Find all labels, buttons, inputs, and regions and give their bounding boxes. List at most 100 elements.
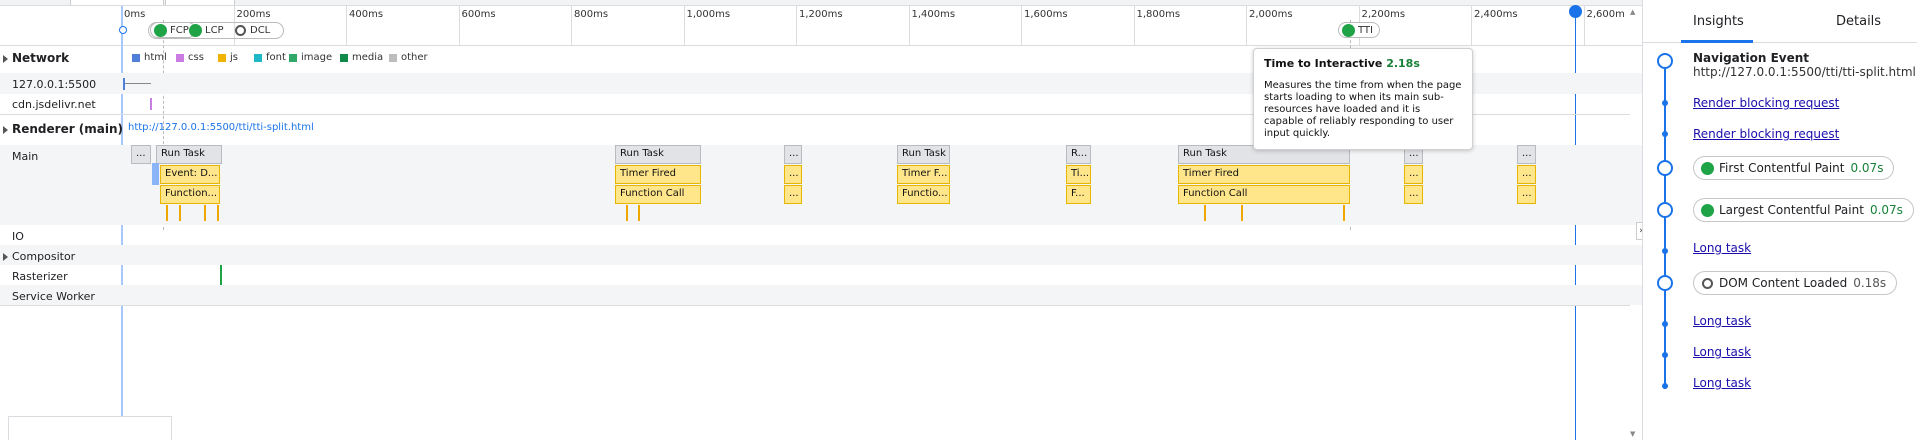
task-block[interactable]: Run Task	[897, 145, 950, 164]
legend-swatch	[132, 53, 140, 62]
sub-task-spike[interactable]	[638, 205, 640, 221]
ruler-tick	[908, 6, 910, 46]
network-host-1: 127.0.0.1:5500	[12, 78, 97, 91]
request-bar-html[interactable]	[123, 78, 125, 90]
dcl-pill[interactable]: DOM Content Loaded 0.18s	[1693, 271, 1898, 295]
fcp-pill-label: First Contentful Paint	[1719, 161, 1845, 175]
renderer-section-header[interactable]: Renderer (main)	[0, 122, 123, 136]
long-task-link-1[interactable]: Long task	[1693, 241, 1751, 255]
sub-task-spike[interactable]	[179, 205, 181, 221]
top-tab[interactable]	[165, 0, 235, 5]
main-track-bg	[0, 145, 1642, 225]
renderer-label: Renderer (main)	[12, 122, 124, 136]
top-tab[interactable]	[70, 0, 164, 5]
request-bar-css[interactable]	[150, 98, 152, 110]
task-block[interactable]: ...	[1517, 145, 1536, 164]
long-task-link-2[interactable]: Long task	[1693, 314, 1751, 328]
sub-task-spike[interactable]	[204, 205, 206, 221]
tab-insights[interactable]: Insights	[1693, 14, 1744, 29]
lcp-pill-label: Largest Contentful Paint	[1719, 203, 1864, 217]
tti-dot-icon	[1343, 24, 1354, 36]
fcp-pill-time: 0.07s	[1850, 161, 1884, 175]
legend-label: other	[401, 52, 428, 63]
event-dot-icon	[1662, 248, 1668, 254]
event-timeline-line	[1664, 69, 1666, 389]
insights-sidebar: Insights Details Navigation Event http:/…	[1642, 0, 1917, 440]
task-block[interactable]: ...	[131, 145, 151, 164]
task-block[interactable]: ...	[1517, 185, 1536, 204]
nav-event-url: http://127.0.0.1:5500/tti/tti-split.html	[1693, 65, 1916, 79]
legend-swatch	[340, 53, 348, 62]
ruler-tick	[1133, 6, 1135, 46]
lcp-node-icon	[1657, 202, 1673, 218]
sub-task-spike[interactable]	[166, 205, 168, 221]
legend-label: css	[188, 52, 204, 63]
ruler-tick-label: 1,600ms	[1024, 9, 1068, 20]
raster-task[interactable]	[220, 265, 222, 285]
fcp-pill[interactable]: First Contentful Paint 0.07s	[1693, 156, 1895, 180]
task-block[interactable]: ...	[784, 145, 802, 164]
nav-event-node-icon	[1657, 53, 1673, 69]
lcp-pill[interactable]: Largest Contentful Paint 0.07s	[1693, 198, 1914, 222]
expand-triangle-icon	[3, 54, 8, 63]
sub-task-spike[interactable]	[1241, 205, 1243, 221]
sub-task-spike[interactable]	[217, 205, 219, 221]
tab-details[interactable]: Details	[1836, 14, 1881, 29]
task-block[interactable]: ...	[1404, 165, 1423, 184]
compositor-track-label[interactable]: Compositor	[0, 250, 75, 263]
task-block[interactable]: ...	[784, 165, 802, 184]
task-block[interactable]: Run Task	[156, 145, 222, 164]
ruler-tick-label: 1,000ms	[686, 9, 731, 20]
render-blocking-link-2[interactable]: Render blocking request	[1693, 127, 1839, 141]
timeline-panel[interactable]: 0ms 200ms 400ms 600ms 800ms 1,000ms 1,200ms 1,4…	[0, 0, 1642, 440]
ruler-tick-label: 2,000ms	[1249, 9, 1293, 20]
task-block[interactable]: Timer Fired	[1178, 165, 1350, 184]
ruler-tick	[571, 6, 572, 46]
legend-item-js: js	[218, 52, 238, 63]
task-block[interactable]: Timer F...	[897, 165, 950, 184]
ruler-tick-label: 400ms	[349, 9, 384, 20]
network-label: Network	[12, 51, 70, 65]
legend-label: js	[230, 52, 238, 63]
scroll-up-arrow-icon[interactable]: ▲	[1630, 8, 1635, 16]
tti-marker-label: TTI	[1358, 24, 1373, 36]
task-block[interactable]: R...	[1066, 145, 1091, 164]
task-block[interactable]: Function...	[160, 185, 220, 204]
legend-swatch	[289, 53, 297, 62]
sub-task-spike[interactable]	[1204, 205, 1206, 221]
scroll-down-arrow-icon[interactable]: ▼	[1630, 430, 1635, 438]
task-block[interactable]: Function Call	[615, 185, 701, 204]
ruler-tick-label: 2,400ms	[1474, 9, 1518, 20]
sub-task-spike[interactable]	[626, 205, 628, 221]
parse-block[interactable]	[152, 163, 159, 185]
task-block[interactable]: F...	[1066, 185, 1091, 204]
fcp-node-icon	[1657, 160, 1673, 176]
task-block[interactable]: Timer Fired	[615, 165, 701, 184]
ruler-tick	[346, 6, 347, 46]
nav-event-title: Navigation Event	[1693, 51, 1810, 65]
task-block[interactable]: Function Call	[1178, 185, 1350, 204]
long-task-link-4[interactable]: Long task	[1693, 376, 1751, 390]
render-blocking-link-1[interactable]: Render blocking request	[1693, 96, 1839, 110]
request-whisker	[125, 83, 151, 84]
task-block[interactable]: ...	[1517, 165, 1536, 184]
tti-marker[interactable]: TTI	[1338, 22, 1380, 38]
ruler-tick	[1583, 6, 1585, 46]
long-task-link-3[interactable]: Long task	[1693, 345, 1751, 359]
task-block[interactable]: ...	[784, 185, 802, 204]
network-section-header[interactable]: Network	[0, 51, 69, 65]
sub-task-spike[interactable]	[1343, 205, 1345, 221]
event-dot-icon	[1662, 321, 1668, 327]
renderer-url[interactable]: http://127.0.0.1:5500/tti/tti-split.html	[128, 122, 314, 133]
ruler-tick-label: 1,800ms	[1136, 9, 1181, 20]
task-block[interactable]: Event: D...	[160, 165, 220, 184]
task-block[interactable]: Ti...	[1066, 165, 1091, 184]
minimap-thumbnail[interactable]	[8, 416, 172, 440]
lcp-pill-time: 0.07s	[1869, 203, 1903, 217]
playhead-handle[interactable]	[1569, 5, 1582, 18]
task-block[interactable]: Functio...	[897, 185, 950, 204]
ruler-tick-label: 0ms	[124, 9, 146, 20]
event-dot-icon	[1662, 131, 1668, 137]
task-block[interactable]: Run Task	[615, 145, 701, 164]
task-block[interactable]: ...	[1404, 185, 1423, 204]
